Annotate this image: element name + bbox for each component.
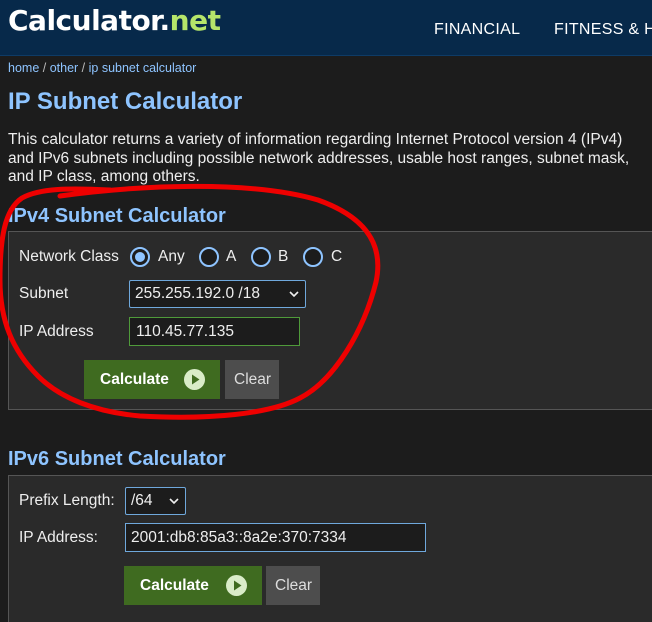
prefix-length-select[interactable]: /64 (125, 487, 186, 515)
calculate-label: Calculate (100, 371, 169, 388)
breadcrumb-separator: / (39, 61, 50, 75)
ipv4-address-input[interactable] (129, 317, 300, 346)
page-title: IP Subnet Calculator (8, 88, 243, 115)
breadcrumb-separator: / (78, 61, 89, 75)
ipv6-address-label: IP Address: (19, 529, 98, 546)
radio-b-label[interactable]: B (278, 248, 288, 266)
ipv6-section-title: IPv6 Subnet Calculator (8, 448, 226, 470)
subnet-select[interactable]: 255.255.192.0 /18 (129, 280, 306, 308)
logo-dot: . (159, 4, 171, 37)
calculate-label: Calculate (140, 577, 209, 594)
ipv6-calculate-button[interactable]: Calculate (124, 566, 262, 605)
radio-b[interactable] (251, 247, 271, 267)
ipv4-section-title: IPv4 Subnet Calculator (8, 205, 226, 227)
logo-tld-text: net (169, 4, 221, 37)
ipv4-calculate-button[interactable]: Calculate (84, 360, 220, 399)
prefix-length-label: Prefix Length: (19, 492, 115, 509)
play-icon (184, 369, 205, 390)
clear-label: Clear (275, 577, 313, 594)
radio-a[interactable] (199, 247, 219, 267)
chevron-down-icon (289, 291, 299, 298)
radio-c-label[interactable]: C (331, 248, 342, 266)
subnet-label: Subnet (19, 285, 69, 302)
breadcrumb-other[interactable]: other (50, 61, 79, 75)
nav-fitness-health[interactable]: FITNESS & HEALTH (554, 21, 652, 39)
radio-any-label[interactable]: Any (158, 248, 185, 266)
ipv6-clear-button[interactable]: Clear (266, 566, 320, 605)
ipv4-clear-button[interactable]: Clear (225, 360, 279, 399)
breadcrumb-current[interactable]: ip subnet calculator (89, 61, 197, 75)
radio-c[interactable] (303, 247, 323, 267)
site-logo[interactable]: Calculator.net (8, 4, 221, 37)
radio-a-label[interactable]: A (226, 248, 236, 266)
prefix-length-value: /64 (131, 492, 153, 509)
clear-label: Clear (234, 371, 272, 388)
ipv6-address-input[interactable] (125, 523, 426, 552)
logo-main-text: Calculator (8, 4, 160, 37)
breadcrumb-home[interactable]: home (8, 61, 39, 75)
subnet-select-value: 255.255.192.0 /18 (135, 285, 260, 302)
radio-any[interactable] (130, 247, 150, 267)
network-class-label: Network Class (19, 248, 119, 265)
breadcrumb: home / other / ip subnet calculator (8, 61, 196, 75)
play-icon (226, 575, 247, 596)
ip-address-label: IP Address (19, 323, 94, 340)
nav-financial[interactable]: FINANCIAL (434, 21, 520, 39)
intro-paragraph: This calculator returns a variety of inf… (8, 131, 630, 185)
top-navigation-bar: Calculator.net FINANCIAL FITNESS & HEALT… (0, 0, 652, 56)
chevron-down-icon (169, 498, 179, 505)
